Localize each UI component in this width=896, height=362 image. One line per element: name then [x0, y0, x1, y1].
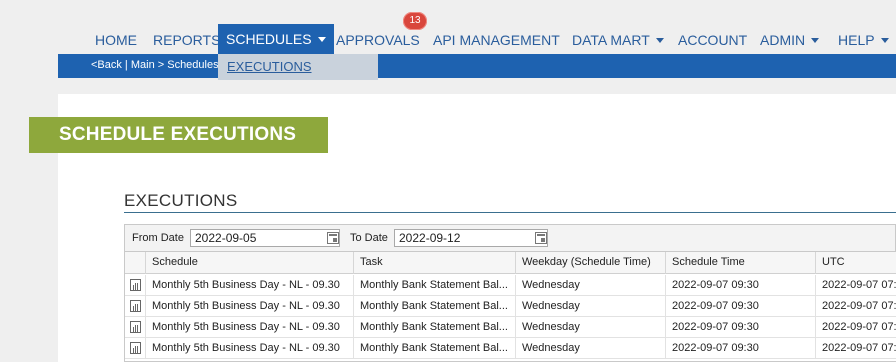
- schedules-dropdown-menu: EXECUTIONS: [218, 54, 378, 80]
- nav-approvals-label: APPROVALS: [336, 32, 420, 48]
- nav-reports-label: REPORTS: [153, 32, 221, 48]
- cell-schedule-time: 2022-09-07 09:30: [665, 275, 815, 296]
- cell-weekday: Wednesday: [515, 275, 665, 296]
- column-header-schedule-time[interactable]: Schedule Time: [665, 252, 815, 274]
- from-date-input[interactable]: 2022-09-05: [190, 229, 340, 247]
- cell-utc: 2022-09-07 07:30: [815, 275, 896, 296]
- cell-utc: 2022-09-07 07:30: [815, 338, 896, 359]
- cell-task: Monthly Bank Statement Bal...: [353, 275, 515, 296]
- cell-task: Monthly Bank Statement Bal...: [353, 317, 515, 338]
- column-header-weekday[interactable]: Weekday (Schedule Time): [515, 252, 665, 274]
- cell-utc: 2022-09-07 07:30: [815, 317, 896, 338]
- cell-weekday: Wednesday: [515, 338, 665, 359]
- column-header-utc[interactable]: UTC: [815, 252, 896, 274]
- table-row[interactable]: Monthly 5th Business Day - NL - 09.30 Mo…: [125, 275, 896, 296]
- caret-down-icon: [880, 38, 889, 43]
- top-navigation: HOME REPORTS SCHEDULES APPROVALS API MAN…: [0, 0, 896, 54]
- nav-api-management-label: API MANAGEMENT: [433, 32, 560, 48]
- table-row[interactable]: Monthly 5th Business Day - NL - 09.30 Mo…: [125, 338, 896, 359]
- cell-schedule: Monthly 5th Business Day - NL - 09.30: [145, 338, 353, 359]
- cell-schedule: Monthly 5th Business Day - NL - 09.30: [145, 317, 353, 338]
- grid-header: Schedule Task Weekday (Schedule Time) Sc…: [125, 252, 896, 274]
- report-chart-icon[interactable]: [130, 321, 141, 333]
- section-divider: [124, 212, 896, 213]
- breadcrumb[interactable]: <Back | Main > Schedules: [91, 54, 219, 78]
- cell-schedule: Monthly 5th Business Day - NL - 09.30: [145, 275, 353, 296]
- nav-admin[interactable]: ADMIN: [760, 30, 820, 52]
- cell-schedule-time: 2022-09-07 09:30: [665, 338, 815, 359]
- approvals-count-badge: 13: [403, 12, 427, 30]
- cell-schedule: Monthly 5th Business Day - NL - 09.30: [145, 296, 353, 317]
- cell-schedule-time: 2022-09-07 09:30: [665, 296, 815, 317]
- report-chart-icon[interactable]: [130, 342, 141, 354]
- nav-reports[interactable]: REPORTS: [153, 30, 220, 52]
- page-title: SCHEDULE EXECUTIONS: [29, 117, 328, 153]
- cell-utc: 2022-09-07 07:30: [815, 296, 896, 317]
- caret-down-icon: [655, 38, 664, 43]
- table-row[interactable]: Monthly 5th Business Day - NL - 09.30 Mo…: [125, 317, 896, 338]
- nav-api-management[interactable]: API MANAGEMENT: [433, 30, 560, 52]
- calendar-icon[interactable]: [327, 232, 339, 244]
- caret-down-icon: [811, 38, 820, 43]
- calendar-icon[interactable]: [535, 232, 547, 244]
- cell-schedule-time: 2022-09-07 09:30: [665, 317, 815, 338]
- nav-schedules-label: SCHEDULES: [226, 31, 312, 47]
- nav-admin-label: ADMIN: [760, 32, 806, 48]
- nav-help-label: HELP: [838, 32, 875, 48]
- from-date-label: From Date: [132, 232, 184, 244]
- column-header-schedule[interactable]: Schedule: [145, 252, 353, 274]
- nav-home-label: HOME: [95, 32, 137, 48]
- cell-task: Monthly Bank Statement Bal...: [353, 338, 515, 359]
- caret-down-icon: [317, 37, 326, 42]
- executions-grid: Schedule Task Weekday (Schedule Time) Sc…: [124, 251, 896, 362]
- section-title: EXECUTIONS: [124, 191, 238, 210]
- to-date-value: 2022-09-12: [399, 231, 461, 245]
- nav-account-label: ACCOUNT: [678, 32, 748, 48]
- cell-weekday: Wednesday: [515, 296, 665, 317]
- to-date-label: To Date: [350, 232, 388, 244]
- table-row[interactable]: Monthly 5th Business Day - NL - 09.30 Mo…: [125, 296, 896, 317]
- cell-task: Monthly Bank Statement Bal...: [353, 296, 515, 317]
- nav-approvals[interactable]: APPROVALS: [336, 30, 420, 52]
- nav-schedules[interactable]: SCHEDULES: [218, 24, 334, 54]
- column-header-task[interactable]: Task: [353, 252, 515, 274]
- nav-account[interactable]: ACCOUNT: [678, 30, 747, 52]
- nav-home[interactable]: HOME: [95, 30, 137, 52]
- from-date-value: 2022-09-05: [195, 231, 257, 245]
- nav-help[interactable]: HELP: [838, 30, 889, 52]
- nav-data-mart-label: DATA MART: [572, 32, 650, 48]
- cell-weekday: Wednesday: [515, 317, 665, 338]
- report-chart-icon[interactable]: [130, 279, 141, 291]
- to-date-input[interactable]: 2022-09-12: [394, 229, 548, 247]
- menu-item-executions[interactable]: EXECUTIONS: [227, 59, 312, 74]
- date-filter-bar: From Date 2022-09-05 To Date 2022-09-12: [124, 224, 896, 251]
- nav-data-mart[interactable]: DATA MART: [572, 30, 664, 52]
- report-chart-icon[interactable]: [130, 300, 141, 312]
